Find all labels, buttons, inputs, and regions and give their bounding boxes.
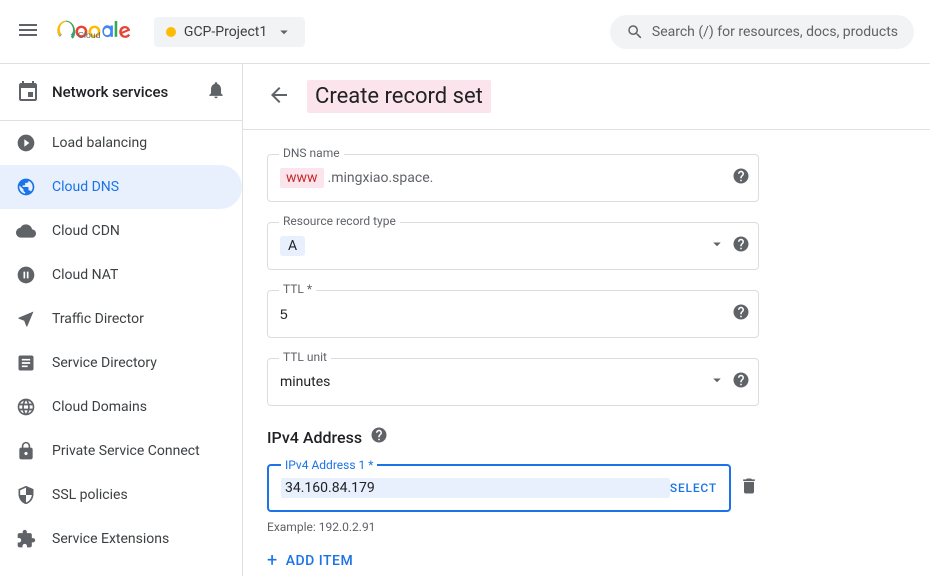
record-type-dropdown-icon[interactable] [708,235,726,257]
ipv4-input-row: IPv4 Address 1 * 34.160.84.179 SELECT [267,464,759,512]
back-button[interactable] [267,83,291,111]
project-name: GCP-Project1 [184,24,267,40]
ipv4-help-icon[interactable] [370,426,388,448]
ipv4-address-label: IPv4 Address 1 * [281,458,377,472]
sidebar-item-label: Private Service Connect [52,443,200,459]
dns-name-help-icon[interactable] [732,167,750,189]
app-body: Network services Load balancing Cloud DN… [0,64,930,576]
cloud-nat-icon [16,265,36,285]
ipv4-delete-button[interactable] [739,476,759,500]
sidebar-item-label: SSL policies [52,487,128,503]
record-type-help-icon[interactable] [732,235,750,257]
main-content: Create record set DNS name www .mingxiao… [243,64,930,576]
sidebar-item-ssl-policies[interactable]: SSL policies [0,473,242,517]
sidebar-item-private-service-connect[interactable]: Private Service Connect [0,429,242,473]
sidebar-item-label: Traffic Director [52,311,144,327]
dns-name-field: DNS name www .mingxiao.space. [267,154,759,202]
ipv4-example-text: Example: 192.0.2.91 [267,520,759,534]
page-title: Create record set [307,80,491,113]
resource-record-type-label: Resource record type [279,214,400,228]
sidebar-item-traffic-director[interactable]: Traffic Director [0,297,242,341]
ttl-unit-field: TTL unit minutes [267,358,759,406]
cloud-domains-icon [16,397,36,417]
sidebar: Network services Load balancing Cloud DN… [0,64,243,576]
bell-icon[interactable] [206,80,226,104]
ipv4-select-button[interactable]: SELECT [670,481,717,495]
main-header: Create record set [243,64,930,130]
ttl-help-icon[interactable] [732,303,750,325]
sidebar-item-label: Cloud NAT [52,267,118,283]
project-selector[interactable]: GCP-Project1 [154,17,305,47]
cloud-dns-icon [16,177,36,197]
sidebar-item-cloud-dns[interactable]: Cloud DNS [0,165,242,209]
sidebar-item-label: Load balancing [52,135,147,151]
traffic-director-icon [16,309,36,329]
dns-name-label: DNS name [279,146,344,160]
sidebar-item-cloud-cdn[interactable]: Cloud CDN [0,209,242,253]
ipv4-section-title: IPv4 Address [267,426,759,448]
sidebar-item-label: Cloud DNS [52,179,119,195]
ttl-unit-dropdown-icon[interactable] [708,371,726,393]
svg-text:Cloud: Cloud [78,30,101,40]
ttl-input[interactable] [267,290,759,338]
topbar: Cloud GCP-Project1 Search (/) for resour… [0,0,930,64]
sidebar-header-title: Network services [52,83,206,101]
dns-suffix: .mingxiao.space. [328,170,434,186]
sidebar-header: Network services [0,64,242,121]
resource-record-type-field: Resource record type A [267,222,759,270]
ipv4-address-input[interactable]: IPv4 Address 1 * 34.160.84.179 SELECT [267,464,731,512]
service-extensions-icon [16,529,36,549]
sidebar-item-label: Service Directory [52,355,157,371]
search-icon [626,23,644,41]
search-placeholder: Search (/) for resources, docs, products [652,24,898,40]
private-service-connect-icon [16,441,36,461]
sidebar-item-label: Service Extensions [52,531,169,547]
resource-record-type-select[interactable]: A [267,222,759,270]
project-dot [166,27,176,37]
project-dropdown-icon [275,23,293,41]
sidebar-item-cloud-domains[interactable]: Cloud Domains [0,385,242,429]
ttl-value-input[interactable] [280,306,718,322]
ttl-unit-value: minutes [280,374,330,390]
service-directory-icon [16,353,36,373]
load-balancing-icon [16,133,36,153]
sidebar-item-service-directory[interactable]: Service Directory [0,341,242,385]
sidebar-item-load-balancing[interactable]: Load balancing [0,121,242,165]
google-cloud-logo: Cloud [56,19,130,44]
cloud-cdn-icon [16,221,36,241]
add-item-plus-icon: + [267,550,278,571]
sidebar-item-cloud-nat[interactable]: Cloud NAT [0,253,242,297]
ttl-field: TTL * [267,290,759,338]
ttl-unit-select[interactable]: minutes [267,358,759,406]
ttl-unit-help-icon[interactable] [732,371,750,393]
ipv4-title-text: IPv4 Address [267,428,362,447]
ttl-unit-label: TTL unit [279,350,331,364]
ssl-policies-icon [16,485,36,505]
ipv4-address-value: 34.160.84.179 [281,478,670,498]
dns-name-input[interactable]: www .mingxiao.space. [267,154,759,202]
dns-value: www [280,168,324,188]
add-item-label: ADD ITEM [286,553,354,569]
search-bar[interactable]: Search (/) for resources, docs, products [610,15,914,49]
form-container: DNS name www .mingxiao.space. Resource r… [243,130,783,576]
resource-record-type-value: A [280,236,305,256]
sidebar-item-label: Cloud CDN [52,223,120,239]
sidebar-item-label: Cloud Domains [52,399,147,415]
sidebar-item-service-extensions[interactable]: Service Extensions [0,517,242,561]
network-services-icon [16,80,40,104]
menu-icon[interactable] [16,18,40,46]
ttl-label: TTL * [279,282,316,296]
add-item-button[interactable]: + ADD ITEM [267,550,759,571]
